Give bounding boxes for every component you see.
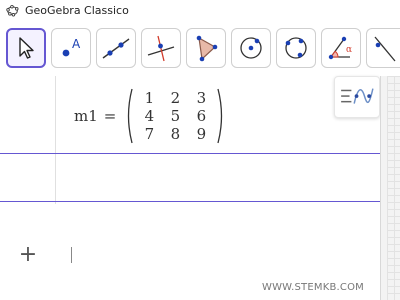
window-title: GeoGebra Classico — [25, 3, 129, 17]
point-label: A — [72, 37, 81, 51]
angle-label: α — [346, 45, 352, 55]
polygon-icon — [196, 35, 218, 62]
algebra-input-row[interactable]: + — [0, 154, 380, 266]
reflect-tool-button[interactable] — [366, 28, 400, 68]
matrix-cell: 4 — [144, 107, 155, 125]
circle-center-tool-button[interactable] — [231, 28, 271, 68]
matrix-cell: 3 — [196, 89, 207, 107]
algebra-row-m1[interactable]: m1 = 1 2 3 4 5 6 7 8 9 — [0, 76, 380, 154]
graphics-grid — [387, 76, 400, 300]
algebra-view: m1 = 1 2 3 4 5 6 7 8 9 + — [0, 76, 380, 300]
circle-three-points-icon — [285, 37, 307, 59]
object-name: m1 — [74, 107, 98, 125]
right-parenthesis — [217, 88, 223, 144]
reflect-icon — [374, 36, 395, 62]
algebra-style-icon — [341, 88, 374, 104]
add-item-button[interactable]: + — [17, 244, 39, 266]
toolbar: A α — [0, 24, 400, 76]
matrix-cell: 1 — [144, 89, 155, 107]
angle-tool-button[interactable]: α — [321, 28, 361, 68]
matrix-cell: 7 — [144, 125, 155, 143]
perpendicular-tool-button[interactable] — [141, 28, 181, 68]
angle-icon: α — [328, 36, 352, 60]
algebra-style-button[interactable] — [334, 76, 380, 118]
matrix-cell: 6 — [196, 107, 207, 125]
title-bar: GeoGebra Classico — [0, 0, 400, 20]
matrix-grid: 1 2 3 4 5 6 7 8 9 — [136, 89, 214, 143]
watermark: WWW.STEMKB.COM — [262, 282, 364, 293]
left-parenthesis — [128, 88, 133, 144]
move-tool-button[interactable] — [6, 28, 46, 68]
line-icon — [102, 38, 130, 59]
matrix-cell: 2 — [170, 89, 181, 107]
input-caret — [71, 247, 72, 263]
perpendicular-icon — [147, 35, 175, 62]
equals-sign: = — [103, 107, 117, 125]
matrix-cell: 9 — [196, 125, 207, 143]
polygon-tool-button[interactable] — [186, 28, 226, 68]
matrix-cell: 8 — [170, 125, 181, 143]
point-icon: A — [62, 37, 81, 57]
line-tool-button[interactable] — [96, 28, 136, 68]
matrix-cell: 5 — [170, 107, 181, 125]
circle-three-points-tool-button[interactable] — [276, 28, 316, 68]
graphics-view-edge[interactable] — [380, 76, 400, 300]
arrow-cursor-icon — [19, 37, 34, 59]
circle-center-icon — [240, 37, 262, 59]
geogebra-logo-icon — [6, 4, 19, 17]
point-tool-button[interactable]: A — [51, 28, 91, 68]
matrix-expression[interactable]: m1 = 1 2 3 4 5 6 7 8 9 — [74, 88, 226, 144]
